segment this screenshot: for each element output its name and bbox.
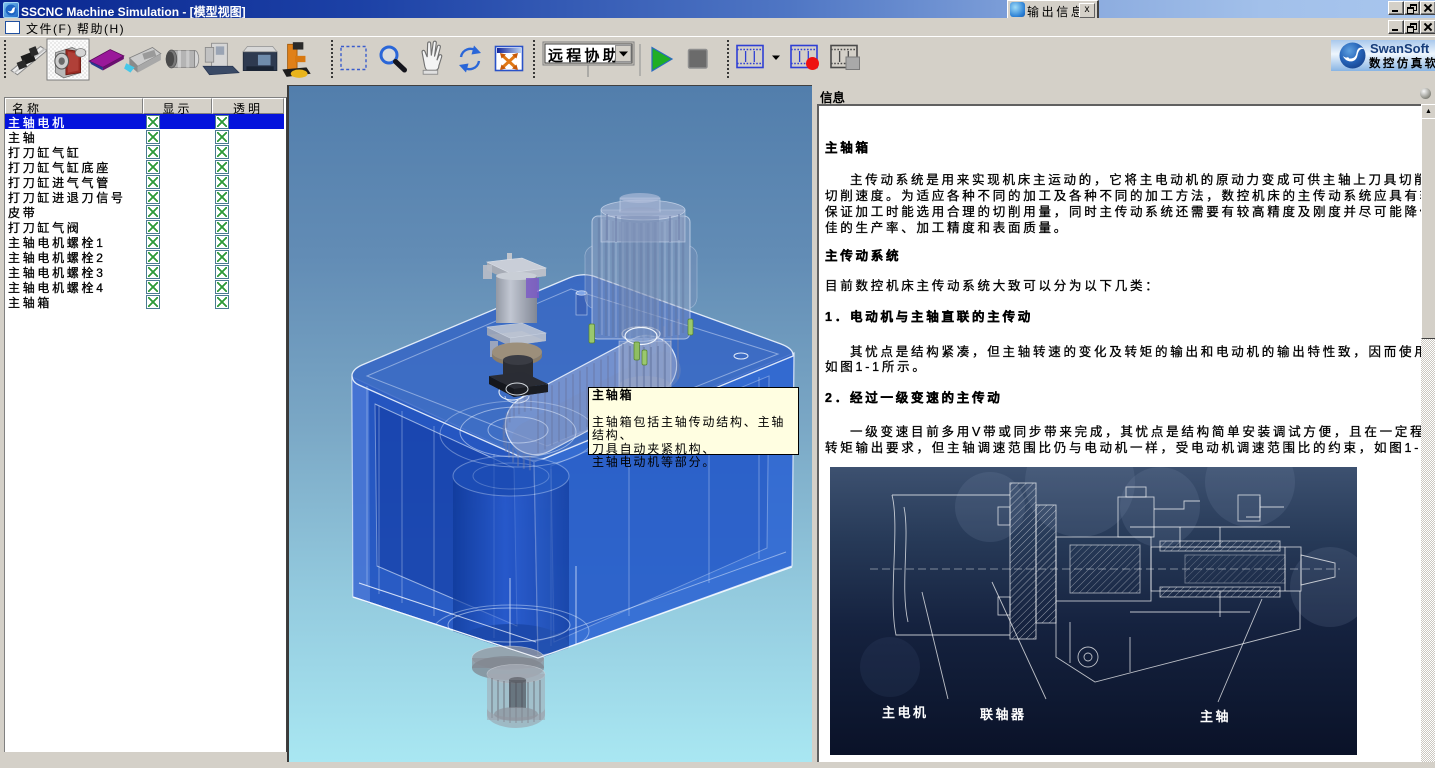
- svg-text:主轴: 主轴: [1200, 709, 1231, 724]
- svg-text:SwanSoft: SwanSoft: [1370, 41, 1430, 56]
- svg-text:主电机: 主电机: [882, 705, 929, 720]
- svg-text:联轴器: 联轴器: [980, 707, 1027, 722]
- svg-text:远程协助: 远程协助: [548, 47, 621, 65]
- svg-text:数控仿真软件: 数控仿真软件: [1369, 56, 1435, 70]
